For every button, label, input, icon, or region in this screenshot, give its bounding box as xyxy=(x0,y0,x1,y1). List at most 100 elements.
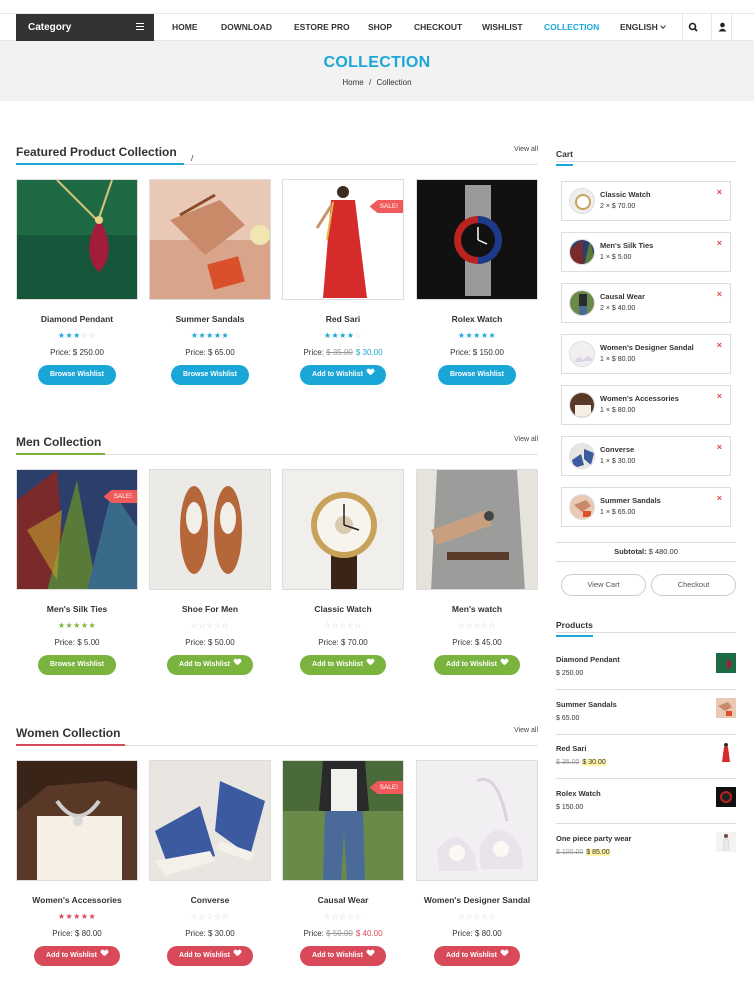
browse-wishlist-button[interactable]: Browse Wishlist xyxy=(437,365,516,385)
cart-item-name[interactable]: Converse xyxy=(600,445,634,454)
add-to-wishlist-button[interactable]: Add to Wishlist xyxy=(34,946,120,966)
product-name[interactable]: Causal Wear xyxy=(282,895,404,905)
cart-item-thumbnail[interactable] xyxy=(569,443,595,469)
category-menu-button[interactable]: Category xyxy=(16,14,154,41)
product-image[interactable] xyxy=(149,469,271,590)
widget-product-name[interactable]: Red Sari xyxy=(556,744,586,753)
star-icon: ★ xyxy=(346,331,355,340)
add-to-wishlist-button[interactable]: Add to Wishlist xyxy=(300,365,386,385)
product-image[interactable] xyxy=(149,179,271,300)
star-icon: ☆ xyxy=(88,331,97,340)
cart-item-thumbnail[interactable] xyxy=(569,239,595,265)
account-button[interactable] xyxy=(711,14,732,41)
remove-icon[interactable]: × xyxy=(717,289,722,299)
remove-icon[interactable]: × xyxy=(717,238,722,248)
widget-product-name[interactable]: Rolex Watch xyxy=(556,789,601,798)
product-name[interactable]: Shoe For Men xyxy=(149,604,271,614)
product-name[interactable]: Diamond Pendant xyxy=(16,314,138,324)
product-image[interactable] xyxy=(149,760,271,881)
nav-shop[interactable]: SHOP xyxy=(368,14,392,41)
nav-collection[interactable]: COLLECTION xyxy=(544,14,599,41)
product-name[interactable]: Classic Watch xyxy=(282,604,404,614)
cart-item-thumbnail[interactable] xyxy=(569,341,595,367)
nav-wishlist[interactable]: WISHLIST xyxy=(482,14,523,41)
product-image[interactable] xyxy=(416,760,538,881)
cart-item-thumbnail[interactable] xyxy=(569,494,595,520)
widget-product-thumbnail[interactable] xyxy=(716,787,736,807)
product-name[interactable]: Men's watch xyxy=(416,604,538,614)
price-value: $ 70.00 xyxy=(340,638,368,647)
browse-wishlist-button[interactable]: Browse Wishlist xyxy=(37,365,116,385)
cart-item-name[interactable]: Summer Sandals xyxy=(600,496,661,505)
star-icon: ★ xyxy=(488,331,497,340)
add-to-wishlist-button[interactable]: Add to Wishlist xyxy=(434,655,520,675)
widget-product-thumbnail[interactable] xyxy=(716,742,736,762)
browse-wishlist-button[interactable]: Browse Wishlist xyxy=(170,365,249,385)
nav-home[interactable]: HOME xyxy=(172,14,198,41)
widget-product-thumbnail[interactable] xyxy=(716,698,736,718)
product-image[interactable] xyxy=(16,179,138,300)
price-value: $ 150.00 xyxy=(472,348,504,357)
remove-icon[interactable]: × xyxy=(717,493,722,503)
view-cart-button[interactable]: View Cart xyxy=(561,574,646,596)
section-title: Women Collection xyxy=(16,726,121,740)
cart-item-name[interactable]: Men's Silk Ties xyxy=(600,241,653,250)
product-name[interactable]: Rolex Watch xyxy=(416,314,538,324)
star-icon: ☆ xyxy=(221,912,230,921)
nav-download[interactable]: DOWNLOAD xyxy=(221,14,272,41)
cart-item-thumbnail[interactable] xyxy=(569,392,595,418)
widget-product-thumbnail[interactable] xyxy=(716,832,736,852)
view-all-link[interactable]: View all xyxy=(514,146,538,153)
remove-icon[interactable]: × xyxy=(717,442,722,452)
cart-item: Causal Wear 2 × $ 40.00 × xyxy=(561,283,731,323)
cart-item: Converse 1 × $ 30.00 × xyxy=(561,436,731,476)
remove-icon[interactable]: × xyxy=(717,340,722,350)
add-to-wishlist-button[interactable]: Add to Wishlist xyxy=(167,946,253,966)
section-underline xyxy=(16,163,184,165)
cart-item-name[interactable]: Causal Wear xyxy=(600,292,645,301)
product-name[interactable]: Converse xyxy=(149,895,271,905)
product-name[interactable]: Women's Accessories xyxy=(16,895,138,905)
widget-product-name[interactable]: One piece party wear xyxy=(556,834,631,843)
product-image[interactable] xyxy=(416,469,538,590)
view-all-link[interactable]: View all xyxy=(514,436,538,443)
breadcrumb-home[interactable]: Home xyxy=(342,78,363,87)
nav-estore-pro[interactable]: ESTORE PRO xyxy=(294,14,350,41)
category-label: Category xyxy=(28,22,72,33)
add-to-wishlist-button[interactable]: Add to Wishlist xyxy=(167,655,253,675)
remove-icon[interactable]: × xyxy=(717,391,722,401)
star-icon: ☆ xyxy=(213,912,222,921)
add-to-wishlist-button[interactable]: Add to Wishlist xyxy=(300,655,386,675)
product-image[interactable]: SALE! xyxy=(16,469,138,590)
cart-item-name[interactable]: Women's Accessories xyxy=(600,394,679,403)
product-image[interactable] xyxy=(416,179,538,300)
product-name[interactable]: Red Sari xyxy=(282,314,404,324)
price-value: $ 45.00 xyxy=(474,638,502,647)
nav-language[interactable]: ENGLISH xyxy=(620,14,666,41)
view-all-link[interactable]: View all xyxy=(514,727,538,734)
checkout-button[interactable]: Checkout xyxy=(651,574,736,596)
product-image[interactable]: SALE! xyxy=(282,760,404,881)
product-image[interactable]: SALE! xyxy=(282,179,404,300)
cart-item-name[interactable]: Classic Watch xyxy=(600,190,651,199)
add-to-wishlist-button[interactable]: Add to Wishlist xyxy=(300,946,386,966)
browse-wishlist-button[interactable]: Browse Wishlist xyxy=(37,655,116,675)
product-name[interactable]: Men's Silk Ties xyxy=(16,604,138,614)
product-name[interactable]: Summer Sandals xyxy=(149,314,271,324)
widget-product-name[interactable]: Diamond Pendant xyxy=(556,655,620,664)
star-icon: ★ xyxy=(339,331,347,340)
nav-checkout[interactable]: CHECKOUT xyxy=(414,14,462,41)
product-image[interactable] xyxy=(16,760,138,881)
remove-icon[interactable]: × xyxy=(717,187,722,197)
widget-product-thumbnail[interactable] xyxy=(716,653,736,673)
product-image[interactable] xyxy=(282,469,404,590)
widget-product-name[interactable]: Summer Sandals xyxy=(556,700,617,709)
cart-item-name[interactable]: Women's Designer Sandal xyxy=(600,343,694,352)
cart-item-thumbnail[interactable] xyxy=(569,290,595,316)
widget-product-row: One piece party wear $ 100.00 $ 85.00 xyxy=(556,824,736,869)
search-button[interactable] xyxy=(682,14,703,41)
cart-item-thumbnail[interactable] xyxy=(569,188,595,214)
star-rating: ★★★★★ xyxy=(416,331,538,341)
add-to-wishlist-button[interactable]: Add to Wishlist xyxy=(434,946,520,966)
product-name[interactable]: Women's Designer Sandal xyxy=(416,895,538,905)
